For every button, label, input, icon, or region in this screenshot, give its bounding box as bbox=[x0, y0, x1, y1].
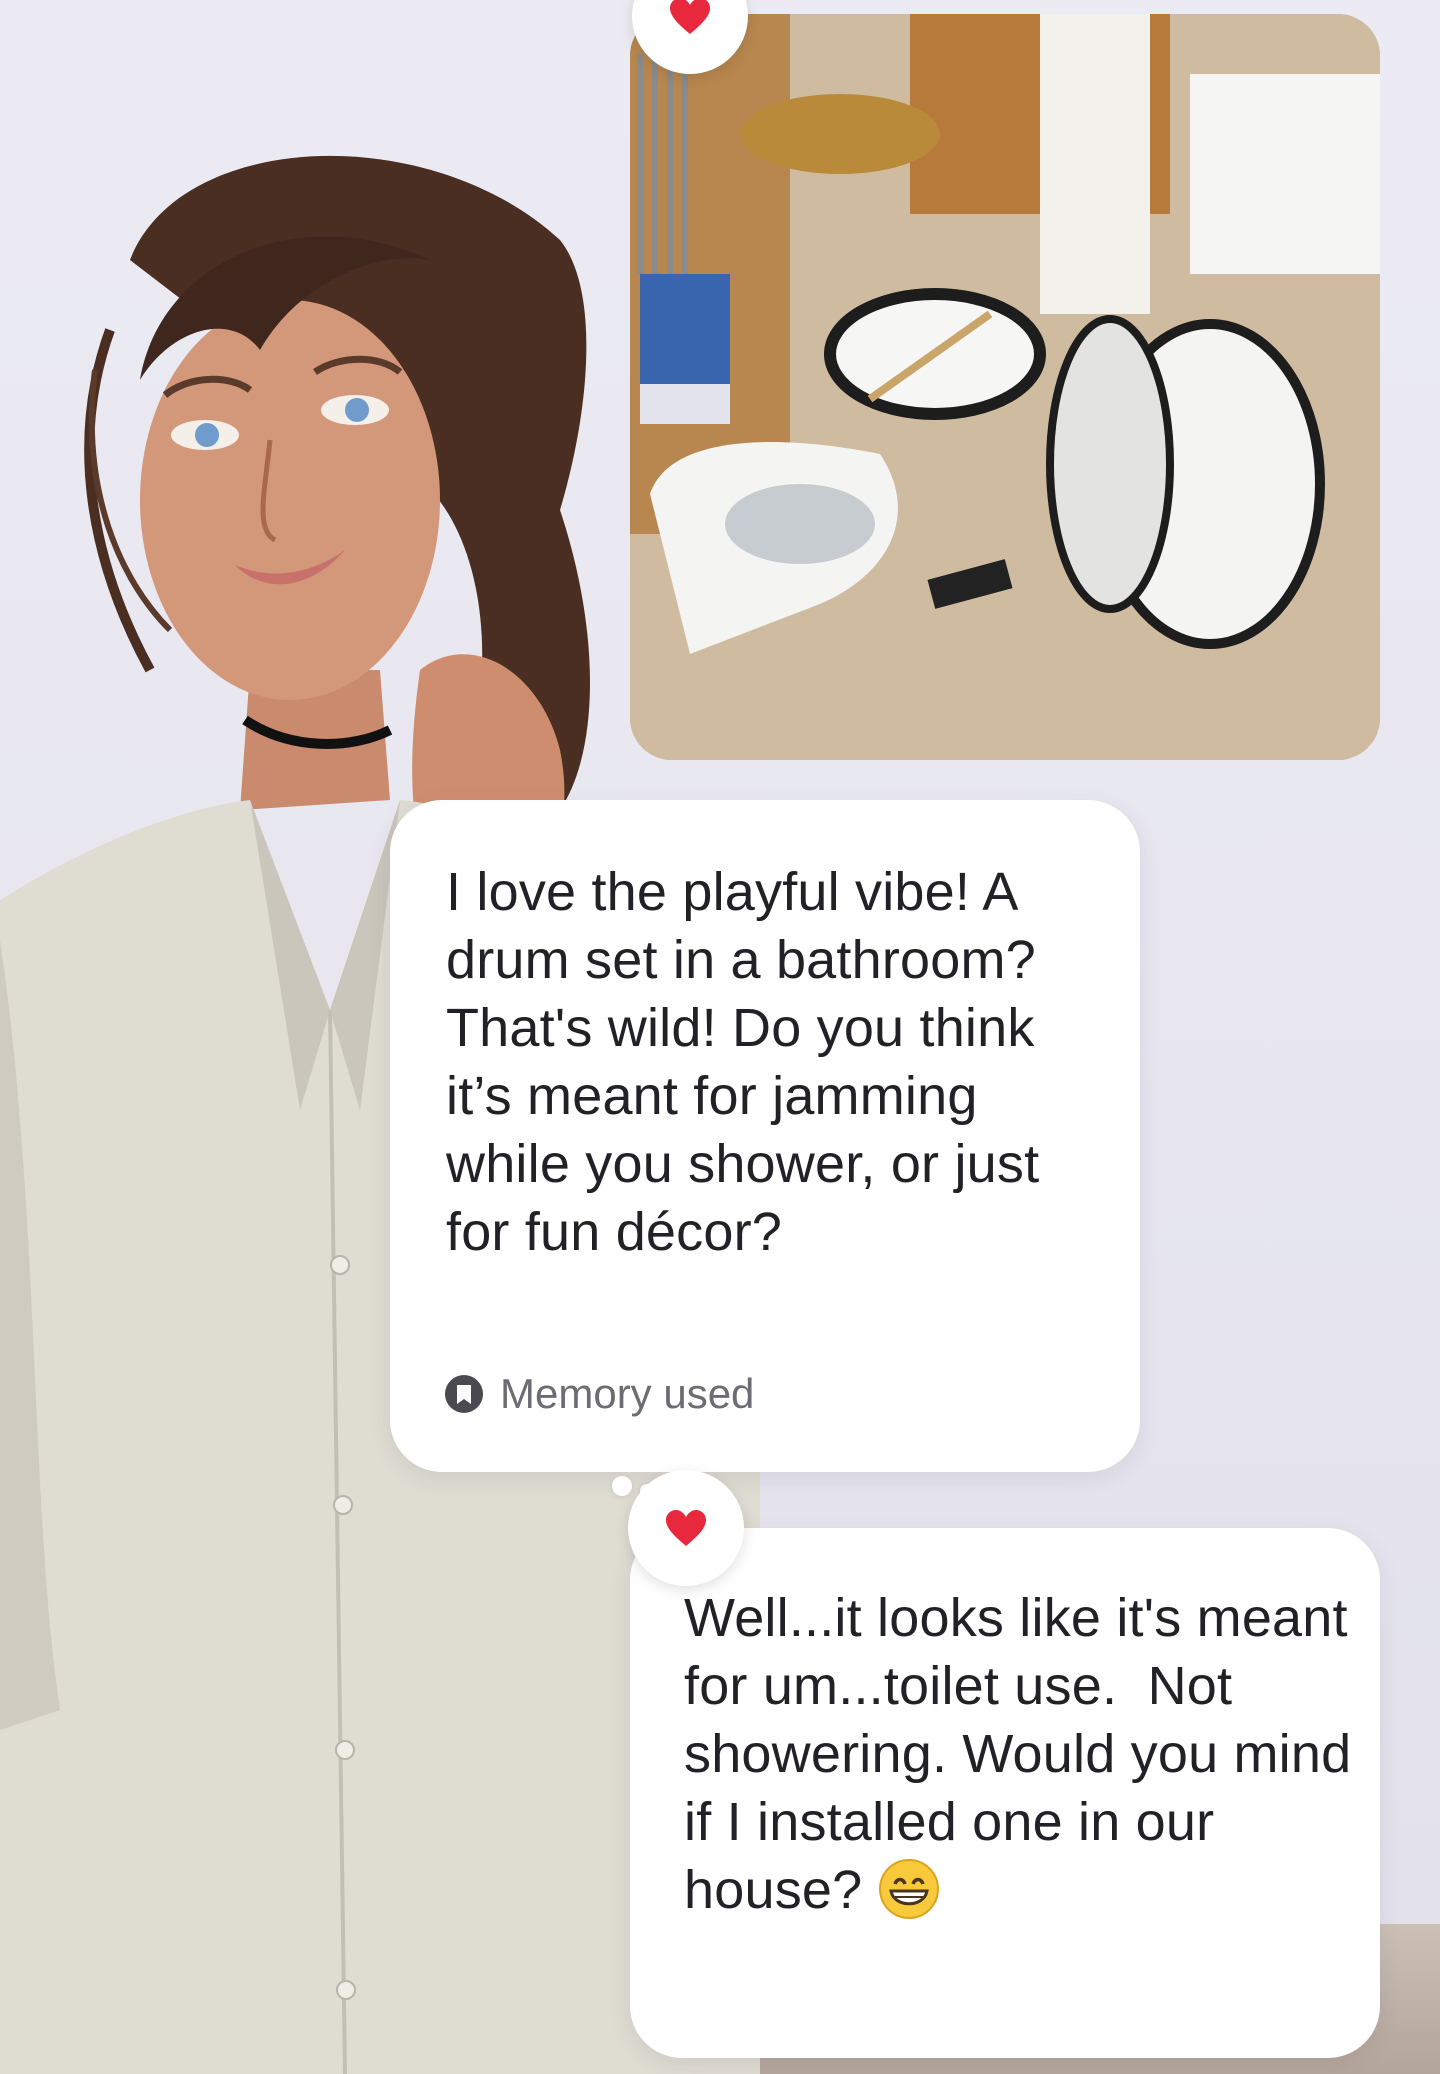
memory-icon bbox=[445, 1375, 483, 1413]
user-message-text: Well...it looks like it's meant for um..… bbox=[684, 1584, 1364, 1924]
user-message-body: Well...it looks like it's meant for um..… bbox=[684, 1588, 1367, 1920]
shared-photo[interactable] bbox=[630, 14, 1380, 760]
bathroom-drum-photo bbox=[630, 14, 1380, 760]
chat-screen: I love the playful vibe! A drum set in a… bbox=[0, 0, 1440, 2074]
grinning-face-emoji bbox=[878, 1859, 939, 1919]
heart-reaction-icon bbox=[670, 0, 710, 34]
ai-message-text: I love the playful vibe! A drum set in a… bbox=[446, 862, 1055, 1262]
user-message-reaction[interactable] bbox=[628, 1470, 744, 1586]
heart-reaction-icon bbox=[666, 1510, 706, 1546]
ai-message-bubble[interactable]: I love the playful vibe! A drum set in a… bbox=[390, 800, 1140, 1472]
user-message-bubble[interactable]: Well...it looks like it's meant for um..… bbox=[630, 1528, 1380, 2058]
memory-used-label: Memory used bbox=[500, 1370, 755, 1417]
memory-used-indicator[interactable]: Memory used bbox=[444, 1370, 754, 1418]
